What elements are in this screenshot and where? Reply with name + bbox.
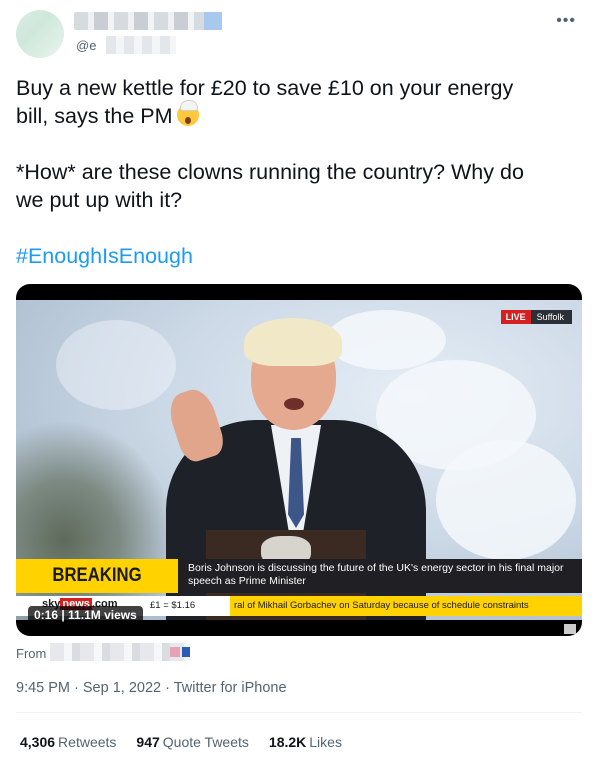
live-label: LIVE bbox=[500, 310, 531, 324]
live-badge: LIVE Suffolk bbox=[500, 310, 572, 324]
ticker-text: ral of Mikhail Gorbachev on Saturday bec… bbox=[230, 596, 582, 616]
tweet-line-text: bill, says the PM bbox=[16, 104, 173, 128]
video-player[interactable]: LIVE Suffolk BREAKING NEWS Boris Johnson… bbox=[16, 284, 582, 636]
handle-redacted bbox=[106, 36, 176, 54]
corner-logo-icon bbox=[564, 624, 576, 634]
tweet-line: *How* are these clowns running the count… bbox=[16, 160, 524, 184]
view-count-badge: 0:16 | 11.1M views bbox=[28, 606, 143, 624]
tweet-meta[interactable]: 9:45 PM · Sep 1, 2022 · Twitter for iPho… bbox=[16, 680, 287, 696]
breaking-news-headline: Boris Johnson is discussing the future o… bbox=[180, 559, 582, 593]
from-label: From bbox=[16, 646, 47, 661]
breaking-news-bar: BREAKING NEWS Boris Johnson is discussin… bbox=[16, 555, 582, 620]
more-options-icon[interactable]: ••• bbox=[556, 12, 576, 30]
tweet-line: bill, says the PM bbox=[16, 100, 576, 130]
video-frame[interactable]: LIVE Suffolk BREAKING NEWS Boris Johnson… bbox=[16, 300, 582, 620]
hashtag-link[interactable]: #EnoughIsEnough bbox=[16, 242, 576, 270]
display-name-redacted[interactable] bbox=[74, 12, 222, 30]
retweets-stat[interactable]: 4,306 Retweets bbox=[20, 734, 116, 750]
quote-tweets-stat[interactable]: 947 Quote Tweets bbox=[136, 734, 249, 750]
tweet-text: Buy a new kettle for £20 to save £10 on … bbox=[16, 74, 576, 270]
breaking-news-label: BREAKING NEWS bbox=[16, 559, 178, 620]
tweet-line: we put up with it? bbox=[16, 188, 183, 212]
tweet-stats: 4,306 Retweets 947 Quote Tweets 18.2K Likes bbox=[20, 734, 342, 750]
tweet-line: Buy a new kettle for £20 to save £10 on … bbox=[16, 76, 514, 100]
exploding-head-icon bbox=[176, 100, 199, 126]
user-handle[interactable]: @e bbox=[76, 38, 96, 53]
likes-stat[interactable]: 18.2K Likes bbox=[269, 734, 342, 750]
source-redacted[interactable] bbox=[50, 643, 190, 661]
live-location: Suffolk bbox=[536, 312, 564, 322]
divider bbox=[16, 712, 582, 713]
fx-rate: £1 = $1.16 bbox=[150, 600, 196, 611]
tweet-header: @e ••• bbox=[16, 8, 580, 58]
avatar[interactable] bbox=[16, 10, 64, 58]
